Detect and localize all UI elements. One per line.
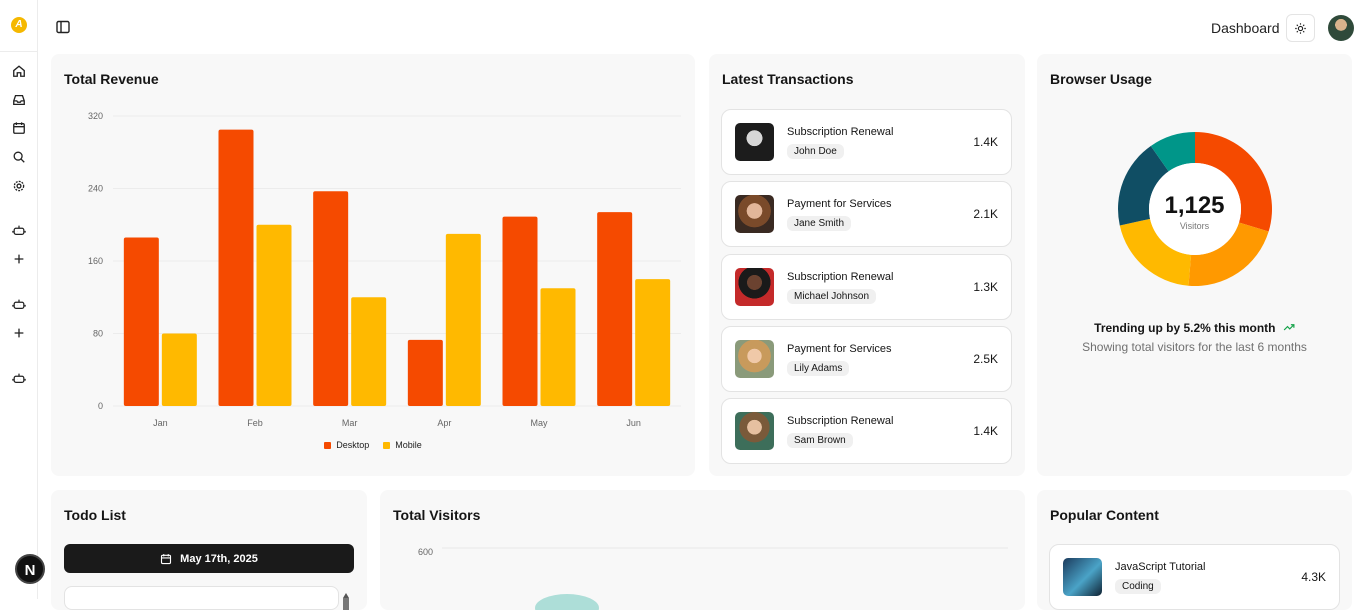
transaction-item[interactable]: Payment for Services Jane Smith 2.1K — [721, 181, 1012, 247]
content-title: JavaScript Tutorial — [1115, 561, 1206, 573]
transaction-name-badge: Lily Adams — [787, 361, 850, 376]
calendar-icon[interactable] — [11, 120, 27, 136]
visitors-label: Visitors — [1179, 221, 1210, 231]
visitors-card: Total Visitors 600 — [380, 490, 1025, 610]
visitors-total: 1,125 — [1164, 192, 1225, 219]
transaction-name-badge: Sam Brown — [787, 433, 853, 448]
visitors-area-chart: 600 — [418, 547, 1008, 610]
transaction-amount: 2.5K — [973, 352, 998, 366]
y-tick-label: 600 — [418, 547, 433, 557]
y-tick-label: 80 — [93, 329, 103, 339]
todo-card: Todo List May 17th, 2025 — [51, 490, 367, 610]
trend-text: Trending up by 5.2% this month — [1037, 321, 1352, 335]
app-logo[interactable]: A — [11, 17, 27, 33]
page-title: Dashboard — [1211, 20, 1280, 36]
content-value: 4.3K — [1301, 570, 1326, 584]
search-icon[interactable] — [11, 149, 27, 165]
bar-mobile-feb[interactable] — [256, 224, 292, 406]
browser-usage-card: Browser Usage 1,125 Visitors Trending up… — [1037, 54, 1352, 476]
sun-icon — [1295, 22, 1306, 34]
popular-content-title: Popular Content — [1050, 507, 1159, 523]
transaction-title: Subscription Renewal — [787, 126, 894, 138]
bar-desktop-feb[interactable] — [218, 129, 254, 406]
transaction-name-badge: John Doe — [787, 144, 844, 159]
avatar — [735, 268, 774, 306]
y-tick-label: 320 — [88, 111, 103, 121]
trend-subtext: Showing total visitors for the last 6 mo… — [1082, 340, 1307, 354]
bar-desktop-may[interactable] — [502, 216, 538, 406]
trending-up-icon — [1283, 324, 1295, 331]
bar-desktop-apr[interactable] — [407, 339, 443, 406]
transaction-amount: 1.3K — [973, 280, 998, 294]
revenue-legend: Desktop Mobile — [51, 440, 695, 450]
sidebar: A — [0, 0, 38, 599]
transactions-card: Latest Transactions Subscription Renewal… — [709, 54, 1025, 476]
avatar — [735, 123, 774, 161]
legend-item-mobile: Mobile — [383, 440, 422, 450]
y-tick-label: 240 — [88, 184, 103, 194]
bar-desktop-jan[interactable] — [123, 237, 159, 406]
transaction-title: Payment for Services — [787, 198, 892, 210]
bot-icon[interactable] — [11, 222, 27, 238]
plus-icon[interactable] — [11, 251, 27, 267]
x-tick-label: Feb — [247, 418, 263, 428]
revenue-card: Total Revenue 0 80 160 240 320 Jan Feb Mar Apr Ma… — [51, 54, 695, 476]
plus-icon[interactable] — [11, 325, 27, 341]
theme-toggle-button[interactable] — [1286, 14, 1315, 42]
bar-desktop-jun[interactable] — [597, 212, 633, 406]
content-item[interactable]: JavaScript Tutorial Coding 4.3K — [1049, 544, 1340, 610]
transaction-title: Subscription Renewal — [787, 271, 894, 283]
y-tick-label: 0 — [98, 401, 103, 411]
home-icon[interactable] — [11, 63, 27, 79]
scrollbar-thumb[interactable] — [342, 590, 350, 610]
todo-item[interactable] — [64, 586, 339, 610]
bar-mobile-jun[interactable] — [635, 279, 671, 406]
area-peak — [535, 594, 599, 610]
bar-mobile-jan[interactable] — [161, 333, 197, 407]
bar-mobile-mar[interactable] — [351, 297, 387, 406]
x-tick-label: Jan — [153, 418, 168, 428]
browser-donut-chart — [1118, 132, 1272, 286]
todo-title: Todo List — [64, 507, 126, 523]
nextjs-logo[interactable]: N — [15, 554, 45, 584]
avatar — [735, 340, 774, 378]
transaction-amount: 1.4K — [973, 424, 998, 438]
x-tick-label: Jun — [626, 418, 641, 428]
x-tick-label: Mar — [342, 418, 358, 428]
x-tick-label: Apr — [437, 418, 451, 428]
revenue-bar-chart: 0 80 160 240 320 Jan Feb Mar Apr May Jun — [88, 111, 681, 428]
transaction-name-badge: Michael Johnson — [787, 289, 877, 304]
transaction-amount: 1.4K — [973, 135, 998, 149]
avatar — [735, 195, 774, 233]
transactions-title: Latest Transactions — [722, 71, 854, 87]
transaction-item[interactable]: Payment for Services Lily Adams 2.5K — [721, 326, 1012, 392]
bot-icon[interactable] — [11, 370, 27, 386]
popular-content-card: Popular Content JavaScript Tutorial Codi… — [1037, 490, 1352, 610]
user-avatar[interactable] — [1328, 15, 1354, 41]
content-tag: Coding — [1115, 579, 1161, 594]
transaction-item[interactable]: Subscription Renewal Michael Johnson 1.3… — [721, 254, 1012, 320]
calendar-icon — [161, 553, 172, 564]
bot-icon[interactable] — [11, 296, 27, 312]
sidebar-divider — [0, 51, 38, 52]
transaction-title: Payment for Services — [787, 343, 892, 355]
transaction-title: Subscription Renewal — [787, 415, 894, 427]
legend-item-desktop: Desktop — [324, 440, 369, 450]
transaction-item[interactable]: Subscription Renewal John Doe 1.4K — [721, 109, 1012, 175]
sidebar-toggle-icon[interactable] — [55, 19, 71, 35]
content-thumbnail — [1063, 558, 1102, 596]
bar-desktop-mar[interactable] — [313, 191, 349, 406]
inbox-icon[interactable] — [11, 92, 27, 108]
bar-mobile-may[interactable] — [540, 288, 576, 406]
avatar — [735, 412, 774, 450]
transaction-amount: 2.1K — [973, 207, 998, 221]
transaction-item[interactable]: Subscription Renewal Sam Brown 1.4K — [721, 398, 1012, 464]
y-tick-label: 160 — [88, 256, 103, 266]
bar-mobile-apr[interactable] — [445, 233, 481, 406]
date-picker-button[interactable]: May 17th, 2025 — [64, 544, 354, 573]
date-label: May 17th, 2025 — [180, 552, 258, 565]
transaction-name-badge: Jane Smith — [787, 216, 852, 231]
x-tick-label: May — [530, 418, 548, 428]
gear-icon[interactable] — [11, 178, 27, 194]
